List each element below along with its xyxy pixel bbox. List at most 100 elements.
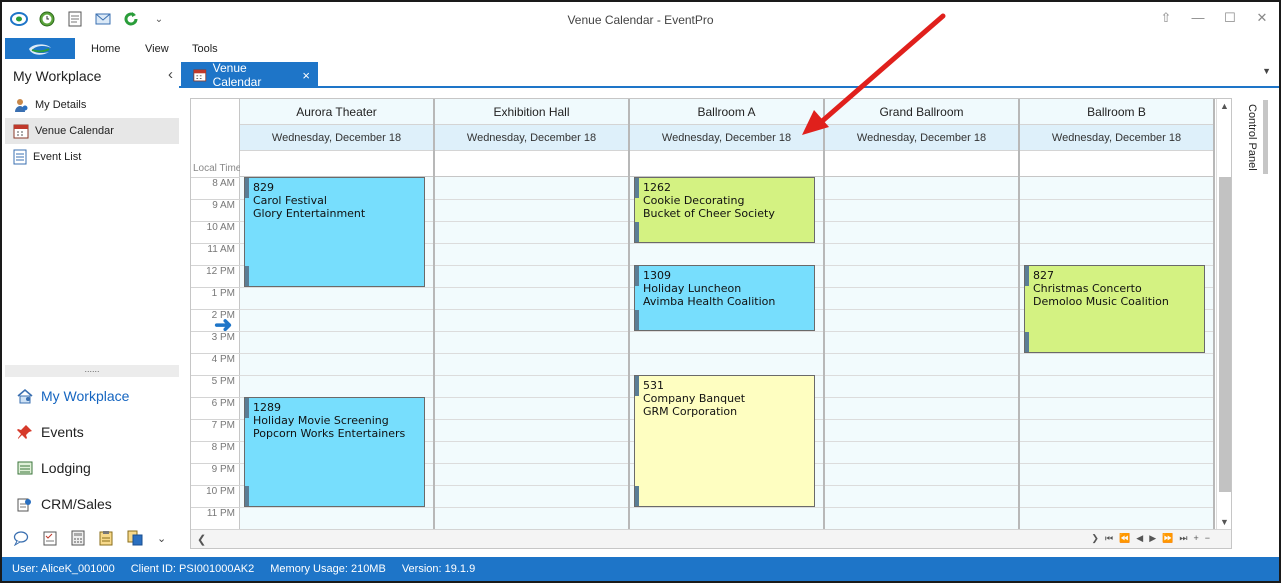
scrollbar-thumb[interactable] — [1219, 177, 1231, 492]
window-title: Venue Calendar - EventPro — [567, 13, 714, 27]
nav-events[interactable]: Events — [5, 418, 179, 446]
vertical-scrollbar[interactable]: ▲ ▼ — [1216, 99, 1231, 529]
last-record-icon[interactable]: ⏭ — [1179, 533, 1187, 544]
slot-gridline — [630, 507, 823, 508]
event-title: Holiday Luncheon — [643, 282, 742, 295]
minimize-button[interactable]: — — [1191, 10, 1205, 26]
slot-gridline — [435, 397, 628, 398]
person-icon — [15, 99, 28, 112]
venue-header[interactable]: Ballroom B — [1020, 99, 1213, 125]
event-status-bar — [1025, 266, 1029, 352]
lodging-icon — [17, 461, 33, 475]
control-panel-label: Control Panel — [1246, 104, 1258, 171]
more-shortcuts-icon[interactable]: ⌄ — [157, 532, 166, 545]
event-title: Christmas Concerto — [1033, 282, 1142, 295]
event-appointment[interactable]: 827 Christmas Concerto Demoloo Music Coali… — [1024, 265, 1205, 353]
venue-header[interactable]: Grand Ballroom — [825, 99, 1018, 125]
scroll-up-icon[interactable]: ▲ — [1220, 101, 1229, 111]
event-status-bar — [635, 178, 639, 242]
all-day-area[interactable] — [1020, 151, 1213, 177]
slot-gridline — [1020, 441, 1213, 442]
close-tab-icon[interactable]: × — [302, 68, 310, 83]
sidebar-title: My Workplace — [13, 68, 102, 84]
time-slots[interactable] — [435, 177, 628, 529]
time-slots[interactable] — [1020, 177, 1213, 529]
time-label: 10 AM — [206, 222, 235, 233]
slot-gridline — [630, 331, 823, 332]
event-client: Popcorn Works Entertainers — [253, 427, 406, 440]
sidebar: My Workplace ‹ My Details Venue Calendar… — [5, 60, 179, 554]
tab-view[interactable]: View — [145, 43, 169, 55]
event-appointment[interactable]: 1289 Holiday Movie Screening Popcorn Works… — [244, 397, 425, 507]
event-appointment[interactable]: 829 Carol Festival Glory Entertainment — [244, 177, 425, 287]
venue-column: Exhibition Hall Wednesday, December 18 — [435, 99, 630, 529]
status-client-id: Client ID: PSI001000AK2 — [130, 563, 255, 575]
previous-page-icon[interactable]: ⏪ — [1119, 533, 1130, 544]
chat-icon[interactable] — [13, 530, 29, 546]
app-menu-button[interactable] — [5, 38, 75, 59]
slot-gridline — [825, 353, 1018, 354]
home-icon — [17, 388, 33, 404]
time-slots[interactable] — [825, 177, 1018, 529]
sidebar-shortcuts: ⌄ — [13, 530, 166, 546]
event-appointment[interactable]: 1309 Holiday Luncheon Avimba Health Coalit… — [634, 265, 815, 331]
calendar-icon — [193, 69, 207, 82]
slot-gridline — [435, 331, 628, 332]
slot-gridline — [435, 221, 628, 222]
all-day-area[interactable] — [240, 151, 433, 177]
event-appointment[interactable]: 531 Company Banquet GRM Corporation — [634, 375, 815, 507]
slot-gridline — [435, 507, 628, 508]
all-day-area[interactable] — [825, 151, 1018, 177]
event-status-bar — [635, 266, 639, 330]
time-label: 11 PM — [206, 508, 235, 519]
tab-tools[interactable]: Tools — [192, 43, 218, 55]
event-id: 531 — [643, 379, 664, 392]
event-id: 829 — [253, 181, 274, 194]
next-record-icon[interactable]: ▶ — [1149, 533, 1156, 544]
control-panel-bar[interactable] — [1263, 100, 1268, 174]
nav-crm-sales[interactable]: CRM/Sales — [5, 490, 179, 518]
documents-icon[interactable] — [127, 530, 143, 546]
pin-icon[interactable]: ⇧ — [1159, 10, 1173, 26]
control-panel-toggle[interactable]: Control Panel — [1242, 102, 1262, 182]
sidebar-item-event-list[interactable]: Event List — [5, 144, 179, 170]
close-button[interactable]: ✕ — [1255, 10, 1269, 26]
add-record-icon[interactable]: + — [1193, 533, 1198, 544]
sidebar-item-my-details[interactable]: My Details — [5, 92, 179, 118]
event-title: Carol Festival — [253, 194, 327, 207]
scroll-left-icon[interactable]: ❮ — [197, 533, 206, 546]
nav-lodging[interactable]: Lodging — [5, 454, 179, 482]
all-day-area[interactable] — [435, 151, 628, 177]
tab-venue-calendar[interactable]: Venue Calendar × — [181, 61, 318, 89]
clipboard-icon[interactable] — [99, 530, 113, 546]
event-appointment[interactable]: 1262 Cookie Decorating Bucket of Cheer Soc… — [634, 177, 815, 243]
remove-record-icon[interactable]: − — [1205, 533, 1210, 544]
slot-gridline — [435, 199, 628, 200]
sidebar-item-label: Venue Calendar — [35, 125, 114, 137]
nav-my-workplace[interactable]: My Workplace — [5, 382, 179, 410]
tab-menu-icon[interactable]: ▼ — [1262, 66, 1271, 76]
collapse-sidebar-icon[interactable]: ‹ — [168, 66, 173, 83]
status-memory: Memory Usage: 210MB — [270, 563, 386, 575]
venue-header[interactable]: Aurora Theater — [240, 99, 433, 125]
sidebar-splitter[interactable]: ...... — [5, 365, 179, 377]
all-day-area[interactable] — [630, 151, 823, 177]
calculator-icon[interactable] — [71, 530, 85, 546]
venue-header[interactable]: Ballroom A — [630, 99, 823, 125]
event-id: 827 — [1033, 269, 1054, 282]
scroll-right-icon[interactable]: ❯ — [1091, 533, 1099, 544]
slot-gridline — [1020, 419, 1213, 420]
maximize-button[interactable]: ☐ — [1223, 10, 1237, 26]
checklist-icon[interactable] — [43, 530, 57, 546]
next-page-icon[interactable]: ⏩ — [1162, 533, 1173, 544]
event-client: GRM Corporation — [643, 405, 738, 418]
first-record-icon[interactable]: ⏮ — [1105, 533, 1113, 544]
horizontal-scroll-bar[interactable]: ❮ ❯ ⏮ ⏪ ◀ ▶ ⏩ ⏭ + − — [191, 529, 1231, 548]
venue-header[interactable]: Exhibition Hall — [435, 99, 628, 125]
previous-record-icon[interactable]: ◀ — [1136, 533, 1143, 544]
sidebar-item-venue-calendar[interactable]: Venue Calendar — [5, 118, 179, 144]
window-controls: ⇧ — ☐ ✕ — [1159, 10, 1269, 26]
slot-gridline — [435, 375, 628, 376]
scroll-down-icon[interactable]: ▼ — [1220, 517, 1229, 527]
tab-home[interactable]: Home — [91, 43, 120, 55]
